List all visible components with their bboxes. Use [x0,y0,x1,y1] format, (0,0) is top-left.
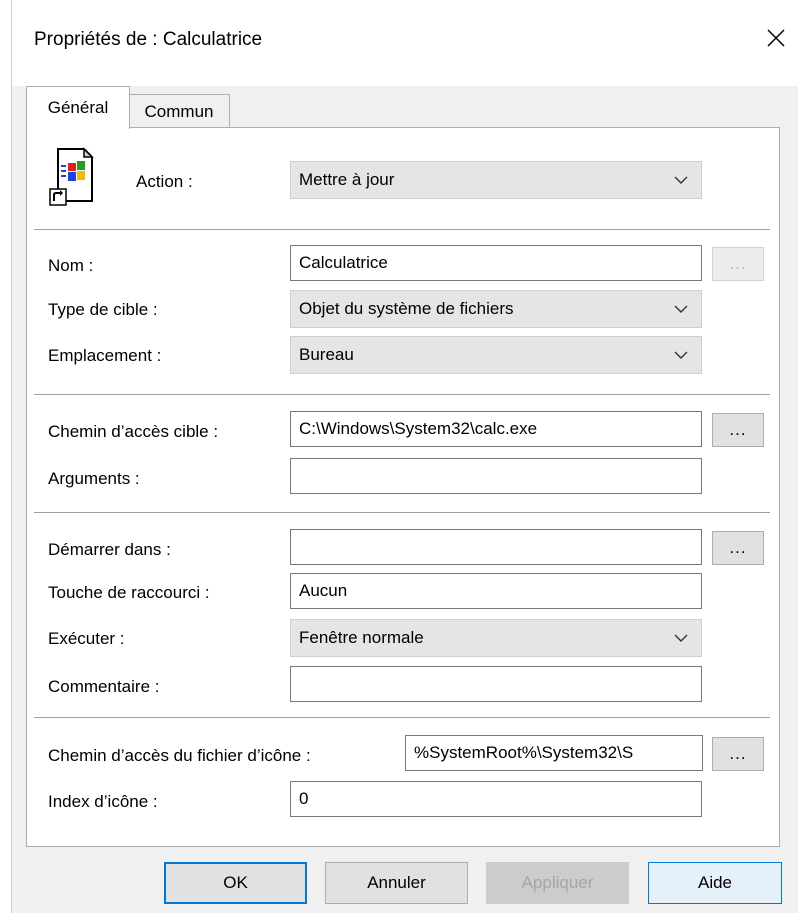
demarrer-label: Démarrer dans : [48,540,171,559]
annuler-button[interactable]: Annuler [325,862,468,904]
tab-general[interactable]: Général [26,86,130,129]
chevron-down-icon [674,351,688,359]
separator-2 [34,394,770,395]
action-value: Mettre à jour [299,170,395,189]
nom-browse-button[interactable]: ... [712,247,764,281]
index-icone-label: Index d’icône : [48,792,158,811]
index-icone-input[interactable]: 0 [290,781,702,817]
commentaire-label: Commentaire : [48,677,160,696]
demarrer-browse-button[interactable]: ... [712,531,764,565]
executer-label: Exécuter : [48,629,125,648]
type-cible-dropdown[interactable]: Objet du système de fichiers [290,290,702,328]
separator-4 [34,717,770,718]
emplacement-label: Emplacement : [48,346,162,365]
separator-3 [34,512,770,513]
action-label: Action : [136,172,193,191]
emplacement-dropdown[interactable]: Bureau [290,336,702,374]
arguments-label: Arguments : [48,469,140,488]
touche-input[interactable]: Aucun [290,573,702,609]
executer-dropdown[interactable]: Fenêtre normale [290,619,702,657]
left-window-edge [0,0,12,913]
action-dropdown[interactable]: Mettre à jour [290,161,702,199]
touche-label: Touche de raccourci : [48,583,210,602]
executer-value: Fenêtre normale [299,628,424,647]
chemin-cible-browse-button[interactable]: ... [712,413,764,447]
arguments-input[interactable] [290,458,702,494]
demarrer-input[interactable] [290,529,702,565]
window-title: Propriétés de : Calculatrice [34,29,263,50]
chevron-down-icon [674,305,688,313]
close-icon [767,29,785,47]
chevron-down-icon [674,634,688,642]
chevron-down-icon [674,176,688,184]
type-cible-label: Type de cible : [48,300,158,319]
chemin-icone-label: Chemin d’accès du fichier d’icône : [48,746,311,765]
chemin-icone-input[interactable]: %SystemRoot%\System32\S [405,735,703,771]
nom-label: Nom : [48,256,94,275]
type-cible-value: Objet du système de fichiers [299,299,514,318]
chemin-icone-browse-button[interactable]: ... [712,737,764,771]
chemin-cible-input[interactable]: C:\Windows\System32\calc.exe [290,411,702,447]
aide-button[interactable]: Aide [648,862,782,904]
separator-1 [34,229,770,230]
appliquer-button[interactable]: Appliquer [486,862,629,904]
ok-button[interactable]: OK [164,862,307,904]
nom-input[interactable]: Calculatrice [290,245,702,281]
shortcut-file-icon [48,145,96,207]
commentaire-input[interactable] [290,666,702,702]
chemin-cible-label: Chemin d’accès cible : [48,422,219,441]
tab-commun[interactable]: Commun [128,94,230,129]
emplacement-value: Bureau [299,345,354,364]
close-button[interactable] [756,18,796,58]
